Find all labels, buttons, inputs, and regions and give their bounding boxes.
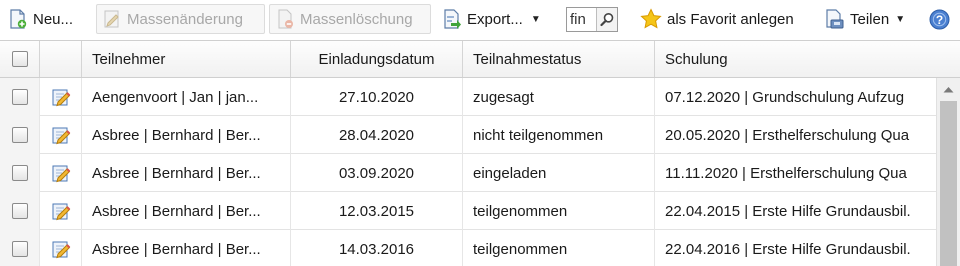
vertical-scrollbar[interactable] [936,78,960,266]
mass-edit-button[interactable]: Massenänderung [96,4,265,34]
column-header-training-label: Schulung [665,50,728,68]
export-icon [444,9,461,29]
row-checkbox[interactable] [11,127,28,143]
edit-icon [52,165,70,183]
chevron-down-icon: ▼ [895,13,906,25]
column-header-participant-label: Teilnehmer [92,50,166,68]
favorite-button[interactable]: als Favorit anlegen [640,4,794,34]
column-header-training[interactable]: Schulung [655,41,960,77]
cell-participant: Asbree | Bernhard | Ber... [82,192,291,230]
cell-invite-date: 27.10.2020 [291,78,463,116]
cell-status: teilgenommen [463,192,655,230]
column-header-status-label: Teilnahmestatus [473,50,582,68]
cell-status: zugesagt [463,78,655,116]
row-select [0,230,40,266]
scroll-up-button[interactable] [937,78,960,100]
cell-status: teilgenommen [463,230,655,266]
cell-training: 22.04.2015 | Erste Hilfe Grundausbil. [665,202,911,220]
export-button[interactable]: Export... ▼ [442,4,541,34]
cell-status: nicht teilgenommen [463,116,655,154]
table-row[interactable]: Asbree | Bernhard | Ber... 14.03.2016 te… [0,230,936,266]
row-edit[interactable] [40,230,82,266]
search-input[interactable] [567,8,596,31]
cell-status: eingeladen [463,154,655,192]
cell-training: 11.11.2020 | Ersthelferschulung Qua [665,164,907,182]
table-row[interactable]: Asbree | Bernhard | Ber... 12.03.2015 te… [0,192,936,230]
cell-participant: Asbree | Bernhard | Ber... [82,230,291,266]
cell-invite-date: 14.03.2016 [291,230,463,266]
scroll-up-icon [943,86,954,92]
table-row[interactable]: Asbree | Bernhard | Ber... 28.04.2020 ni… [0,116,936,154]
row-checkbox[interactable] [11,89,28,105]
cell-participant: Aengenvoort | Jan | jan... [82,78,291,116]
column-header-participant[interactable]: Teilnehmer [82,41,291,77]
cell-invite-date: 03.09.2020 [291,154,463,192]
new-document-icon [10,9,27,29]
search-box [566,7,618,32]
cell-invite-date: 28.04.2020 [291,116,463,154]
help-button[interactable]: ? [929,4,950,34]
grid-header: Teilnehmer Einladungsdatum Teilnahmestat… [0,41,960,78]
column-header-invite-date[interactable]: Einladungsdatum [291,41,463,77]
share-button[interactable]: Teilen ▼ [825,4,905,34]
new-button[interactable]: Neu... [8,4,73,34]
table-row[interactable]: Asbree | Bernhard | Ber... 03.09.2020 ei… [0,154,936,192]
help-icon: ? [929,9,950,29]
share-icon [826,9,844,29]
column-header-invite-date-label: Einladungsdatum [318,50,435,68]
search-icon [599,13,613,27]
chevron-down-icon: ▼ [530,13,541,25]
row-checkbox[interactable] [11,241,28,257]
share-label: Teilen [850,10,890,28]
favorite-label: als Favorit anlegen [667,10,794,28]
row-checkbox[interactable] [11,165,28,181]
participants-grid: Teilnehmer Einladungsdatum Teilnahmestat… [0,40,960,266]
mass-edit-icon [104,10,119,28]
cell-training: 20.05.2020 | Ersthelferschulung Qua [665,126,910,144]
svg-text:?: ? [936,13,943,27]
select-all-checkbox[interactable] [11,51,28,67]
mass-delete-label: Massenlöschung [300,10,413,28]
mass-delete-button[interactable]: Massenlöschung [269,4,431,34]
scrollbar-thumb[interactable] [940,101,957,266]
column-header-status[interactable]: Teilnahmestatus [463,41,655,77]
edit-icon [52,127,70,145]
edit-column-header [40,41,82,77]
row-edit[interactable] [40,78,82,116]
mass-delete-icon [278,9,293,29]
search-button[interactable] [596,8,617,31]
cell-invite-date: 12.03.2015 [291,192,463,230]
edit-icon [52,89,70,107]
favorite-star-icon [640,8,662,29]
row-edit[interactable] [40,116,82,154]
row-edit[interactable] [40,154,82,192]
cell-participant: Asbree | Bernhard | Ber... [82,154,291,192]
cell-training: 07.12.2020 | Grundschulung Aufzug [665,88,905,106]
select-all-header [0,41,40,77]
row-edit[interactable] [40,192,82,230]
row-checkbox[interactable] [11,203,28,219]
mass-edit-label: Massenänderung [127,10,243,28]
row-select [0,154,40,192]
row-select [0,192,40,230]
export-label: Export... [467,10,523,28]
cell-participant: Asbree | Bernhard | Ber... [82,116,291,154]
edit-icon [52,203,70,221]
row-select [0,116,40,154]
table-row[interactable]: Aengenvoort | Jan | jan... 27.10.2020 zu… [0,78,936,116]
edit-icon [52,241,70,259]
toolbar: Neu... Massenänderung Massenlöschung Exp… [0,0,960,40]
new-button-label: Neu... [33,10,74,28]
cell-training: 22.04.2016 | Erste Hilfe Grundausbil. [665,240,911,258]
row-select [0,78,40,116]
